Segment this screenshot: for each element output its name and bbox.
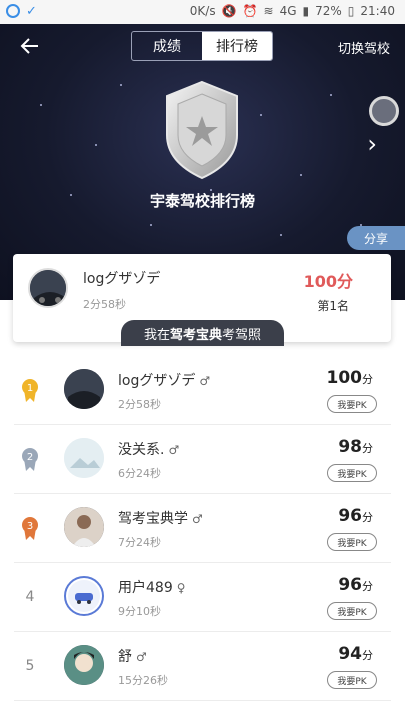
rank-number: 3 [27, 521, 33, 532]
rank-number: 1 [27, 383, 33, 394]
tab-ranking[interactable]: 排行榜 [202, 32, 272, 60]
user-time: 7分24秒 [118, 536, 161, 549]
switch-school-button[interactable]: 切换驾校 [338, 38, 390, 57]
bronze-medal-icon: 3 [22, 517, 38, 540]
user-score: 100 [326, 368, 363, 388]
score-unit: 分 [362, 580, 373, 593]
pk-button[interactable]: 我要PK [327, 671, 377, 689]
my-time: 2分58秒 [83, 298, 126, 311]
silver-medal-icon: 2 [22, 448, 38, 471]
avatar [64, 507, 104, 547]
floating-assistant-button[interactable] [369, 96, 399, 126]
list-item[interactable]: 4 用户489 ♀ 9分10秒 96分 我要PK [14, 563, 391, 632]
ranking-list: 1 logグザゾデ ♂ 2分58秒 100分 我要PK 2 没关系. ♂ 6分24秒… [0, 356, 405, 701]
score-unit: 分 [362, 442, 373, 455]
promo-suffix: 考驾照 [222, 327, 262, 343]
clock: 21:40 [360, 4, 395, 18]
network-type: 4G [279, 4, 297, 18]
gold-medal-icon: 1 [22, 379, 38, 402]
mute-icon: 🔇 [221, 4, 237, 18]
male-icon: ♂ [192, 512, 203, 526]
back-arrow-icon[interactable] [18, 34, 42, 58]
tab-score[interactable]: 成绩 [132, 32, 202, 60]
app-notification-icon [6, 4, 20, 18]
avatar [28, 268, 68, 308]
status-bar: ✓ 0K/s 🔇 ⏰ ≋ 4G ▮ 72% ▯ 21:40 [0, 0, 405, 24]
user-name: 没关系. [118, 442, 165, 458]
battery-level: 72% [315, 4, 342, 18]
alarm-icon: ⏰ [242, 4, 258, 18]
pk-button[interactable]: 我要PK [327, 533, 377, 551]
user-time: 15分26秒 [118, 674, 168, 687]
user-name: 舒 [118, 649, 132, 665]
network-speed: 0K/s [189, 4, 216, 18]
avatar [64, 369, 104, 409]
male-icon: ♂ [136, 650, 147, 664]
my-score: 100分 [303, 272, 353, 291]
rank-number: 2 [27, 452, 33, 463]
user-name: 驾考宝典学 [118, 511, 188, 527]
user-name: 用户489 [118, 580, 173, 596]
male-icon: ♂ [199, 374, 211, 388]
user-score: 94 [338, 644, 362, 664]
promo-prefix: 我在 [143, 327, 170, 343]
car-avatar-icon [64, 576, 104, 616]
user-score: 96 [338, 575, 362, 595]
user-time: 6分24秒 [118, 467, 161, 480]
pk-button[interactable]: 我要PK [327, 464, 377, 482]
user-name: logグザゾデ [118, 373, 196, 389]
list-item[interactable]: 3 驾考宝典学 ♂ 7分24秒 96分 我要PK [14, 494, 391, 563]
promo-banner: 我在 驾考宝典 考驾照 [121, 320, 284, 346]
avatar [64, 645, 104, 685]
score-unit: 分 [362, 649, 373, 662]
user-score: 98 [338, 437, 362, 457]
female-icon: ♀ [176, 581, 186, 595]
user-score: 96 [338, 506, 362, 526]
shield-badge-icon [166, 80, 238, 180]
score-unit: 分 [362, 511, 373, 524]
signal-icon: ▮ [302, 4, 310, 18]
v-notification-icon: ✓ [26, 4, 37, 19]
list-item[interactable]: 5 舒 ♂ 15分26秒 94分 我要PK [14, 632, 391, 701]
wifi-icon: ≋ [263, 4, 274, 18]
avatar [64, 438, 104, 478]
my-name: logグザゾデ [83, 271, 161, 287]
share-button[interactable]: 分享 [347, 226, 405, 250]
pk-button[interactable]: 我要PK [327, 602, 377, 620]
tab-bar: 成绩 排行榜 [131, 31, 273, 61]
promo-brand: 驾考宝典 [169, 327, 222, 343]
pk-button[interactable]: 我要PK [327, 395, 377, 413]
rank-number: 5 [25, 658, 35, 674]
list-item[interactable]: 1 logグザゾデ ♂ 2分58秒 100分 我要PK [14, 356, 391, 425]
user-time: 9分10秒 [118, 605, 161, 618]
battery-icon: ▯ [347, 4, 355, 18]
user-time: 2分58秒 [118, 398, 161, 411]
hero-title: 宇泰驾校排行榜 [149, 192, 255, 210]
my-rank: 第1名 [317, 299, 349, 313]
chevron-right-icon[interactable]: › [367, 130, 377, 158]
list-item[interactable]: 2 没关系. ♂ 6分24秒 98分 我要PK [14, 425, 391, 494]
male-icon: ♂ [168, 443, 180, 457]
rank-number: 4 [25, 589, 35, 605]
score-unit: 分 [362, 373, 373, 386]
